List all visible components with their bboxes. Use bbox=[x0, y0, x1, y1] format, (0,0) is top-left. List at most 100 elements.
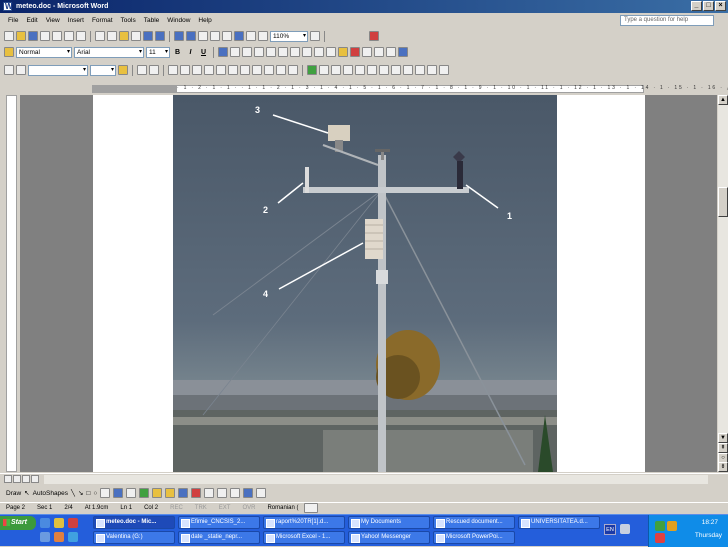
styles-icon[interactable] bbox=[4, 47, 14, 57]
font-color-draw-icon[interactable] bbox=[191, 488, 202, 498]
previous-page-button[interactable]: ⇞ bbox=[718, 443, 728, 453]
format-painter-icon[interactable] bbox=[131, 31, 141, 41]
text-wrap-icon[interactable] bbox=[403, 65, 413, 75]
help-search-input[interactable]: Type a question for help bbox=[620, 15, 714, 26]
diagram-icon[interactable] bbox=[126, 488, 137, 498]
autosum-icon[interactable] bbox=[288, 65, 298, 75]
task-meteo-doc[interactable]: meteo.doc - Mic... bbox=[93, 516, 175, 529]
insert-table-icon[interactable] bbox=[198, 31, 208, 41]
next-page-button[interactable]: ⇟ bbox=[718, 462, 728, 472]
new-icon[interactable] bbox=[4, 31, 14, 41]
tray-antivirus-icon[interactable] bbox=[667, 521, 677, 531]
scroll-down-button[interactable]: ▼ bbox=[718, 433, 728, 443]
document-page[interactable]: 1 2 3 4 bbox=[93, 95, 645, 472]
font-size-select[interactable]: 11 bbox=[146, 46, 170, 58]
sort-descending-icon[interactable] bbox=[276, 65, 286, 75]
menu-edit[interactable]: Edit bbox=[22, 17, 41, 24]
distribute-columns-icon[interactable] bbox=[228, 65, 238, 75]
open-icon[interactable] bbox=[16, 31, 26, 41]
align-left-icon[interactable] bbox=[218, 47, 228, 57]
horizontal-scrollbar[interactable] bbox=[44, 475, 708, 484]
copy-icon[interactable] bbox=[107, 31, 117, 41]
research-icon[interactable] bbox=[369, 31, 379, 41]
color-icon[interactable] bbox=[319, 65, 329, 75]
task-universitatea[interactable]: UNIVERSITATEA.d... bbox=[518, 516, 600, 529]
task-excel[interactable]: Microsoft Excel - 1... bbox=[263, 531, 345, 544]
columns-icon[interactable] bbox=[222, 31, 232, 41]
justify-icon[interactable] bbox=[254, 47, 264, 57]
weather-station-photo[interactable]: 1 2 3 4 bbox=[173, 95, 557, 472]
merge-cells-icon[interactable] bbox=[180, 65, 190, 75]
format-picture-icon[interactable] bbox=[415, 65, 425, 75]
drawing-icon[interactable] bbox=[234, 31, 244, 41]
contrast-icon[interactable] bbox=[331, 65, 341, 75]
arrow-style-icon[interactable] bbox=[230, 488, 241, 498]
redo-icon[interactable] bbox=[155, 31, 165, 41]
menu-help[interactable]: Help bbox=[194, 17, 215, 24]
tables-borders-icon[interactable] bbox=[186, 31, 196, 41]
print-icon[interactable] bbox=[52, 31, 62, 41]
textbox-icon[interactable] bbox=[100, 488, 111, 498]
picture-icon[interactable] bbox=[307, 65, 317, 75]
oval-tool-icon[interactable]: ○ bbox=[93, 490, 97, 497]
menu-file[interactable]: File bbox=[4, 17, 22, 24]
status-rec[interactable]: REC bbox=[164, 505, 189, 511]
line-weight-select[interactable] bbox=[90, 64, 116, 76]
insert-excel-icon[interactable] bbox=[210, 31, 220, 41]
insert-picture-icon[interactable] bbox=[152, 488, 163, 498]
spelling-status-icon[interactable] bbox=[304, 503, 319, 513]
underline-button[interactable]: U bbox=[198, 47, 209, 58]
clipart-icon[interactable] bbox=[139, 488, 150, 498]
vertical-ruler[interactable] bbox=[6, 95, 17, 472]
menu-table[interactable]: Table bbox=[140, 17, 164, 24]
superscript-icon[interactable] bbox=[362, 47, 372, 57]
split-cells-icon[interactable] bbox=[192, 65, 202, 75]
task-yahoo-messenger[interactable]: Yahoo! Messenger bbox=[348, 531, 430, 544]
normal-view-button[interactable] bbox=[4, 475, 12, 483]
menu-format[interactable]: Format bbox=[88, 17, 117, 24]
task-my-documents[interactable]: My Documents bbox=[348, 516, 430, 529]
save-icon[interactable] bbox=[28, 31, 38, 41]
insert-table-icon-2[interactable] bbox=[168, 65, 178, 75]
3d-style-icon[interactable] bbox=[256, 488, 267, 498]
print-preview-icon[interactable] bbox=[64, 31, 74, 41]
style-select[interactable]: Normal bbox=[16, 46, 72, 58]
quicklaunch-icon-6[interactable] bbox=[68, 532, 78, 542]
hyperlink-icon[interactable] bbox=[174, 31, 184, 41]
print-layout-button[interactable] bbox=[22, 475, 30, 483]
italic-button[interactable]: I bbox=[185, 47, 196, 58]
horizontal-ruler[interactable]: · 1 · 2 · 1 · 1 · · 1 · 1 · 2 · 1 · 3 · … bbox=[0, 84, 728, 94]
draw-menu-button[interactable]: Draw bbox=[6, 490, 21, 497]
web-layout-button[interactable] bbox=[13, 475, 21, 483]
ie-icon[interactable] bbox=[40, 518, 50, 528]
tray-network-icon[interactable] bbox=[655, 521, 665, 531]
sort-ascending-icon[interactable] bbox=[264, 65, 274, 75]
border-style-icon[interactable] bbox=[398, 47, 408, 57]
subscript-icon[interactable] bbox=[374, 47, 384, 57]
status-ovr[interactable]: OVR bbox=[236, 505, 261, 511]
menu-window[interactable]: Window bbox=[163, 17, 194, 24]
minimize-button[interactable]: _ bbox=[691, 1, 702, 11]
compress-icon[interactable] bbox=[391, 65, 401, 75]
permission-icon[interactable] bbox=[40, 31, 50, 41]
eraser-icon[interactable] bbox=[16, 65, 26, 75]
line-spacing-icon[interactable] bbox=[266, 47, 276, 57]
task-efimie[interactable]: Efimie_CNCSIS_2... bbox=[178, 516, 260, 529]
task-date-statie[interactable]: date _statie_nepr... bbox=[178, 531, 260, 544]
quicklaunch-icon-4[interactable] bbox=[40, 532, 50, 542]
brightness-icon[interactable] bbox=[343, 65, 353, 75]
scroll-up-button[interactable]: ▲ bbox=[718, 95, 728, 105]
rotate-icon[interactable] bbox=[367, 65, 377, 75]
menu-tools[interactable]: Tools bbox=[117, 17, 140, 24]
autoshapes-menu-button[interactable]: AutoShapes bbox=[33, 490, 68, 497]
status-ext[interactable]: EXT bbox=[213, 505, 237, 511]
start-button[interactable]: Start bbox=[0, 516, 36, 530]
numbering-icon[interactable] bbox=[278, 47, 288, 57]
document-map-icon[interactable] bbox=[246, 31, 256, 41]
decrease-indent-icon[interactable] bbox=[302, 47, 312, 57]
undo-icon[interactable] bbox=[143, 31, 153, 41]
line-style-draw-icon[interactable] bbox=[204, 488, 215, 498]
clock[interactable]: 18:27 bbox=[702, 519, 718, 526]
pencil-icon[interactable] bbox=[4, 65, 14, 75]
line-style-select[interactable] bbox=[28, 64, 88, 76]
